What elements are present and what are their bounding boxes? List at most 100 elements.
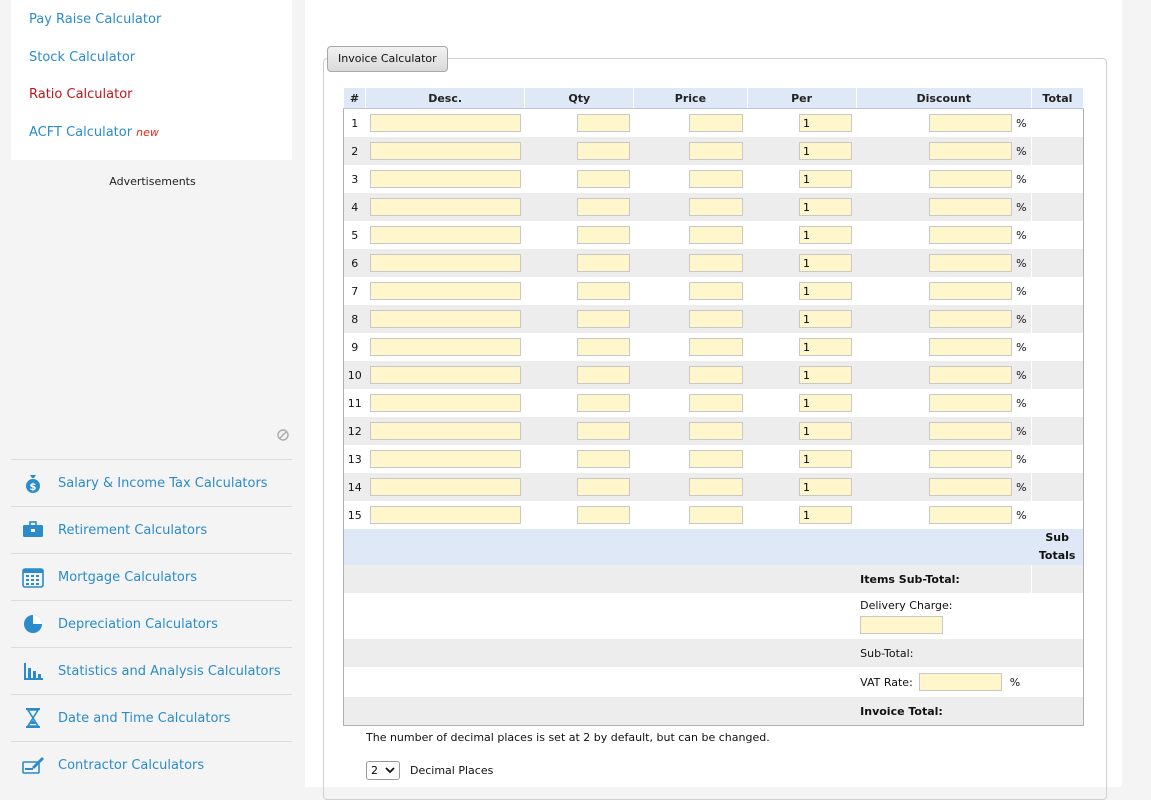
qty-input[interactable] — [576, 338, 630, 356]
discount-input[interactable] — [929, 310, 1013, 328]
per-input[interactable] — [799, 254, 852, 272]
per-input[interactable] — [799, 310, 852, 328]
category-mortgage[interactable]: Mortgage Calculators — [11, 553, 292, 600]
discount-input[interactable] — [929, 198, 1013, 216]
per-input[interactable] — [799, 422, 852, 440]
per-input[interactable] — [799, 338, 852, 356]
invoice-row: 8% — [343, 305, 1084, 333]
price-input[interactable] — [688, 170, 743, 188]
price-input[interactable] — [688, 310, 743, 328]
row-number: 7 — [351, 284, 359, 298]
discount-input[interactable] — [929, 170, 1013, 188]
category-statistics[interactable]: Statistics and Analysis Calculators — [11, 647, 292, 694]
discount-input[interactable] — [929, 450, 1013, 468]
discount-input[interactable] — [929, 114, 1013, 132]
delivery-charge-input[interactable] — [860, 615, 944, 634]
sidebar-link-pay-raise[interactable]: Pay Raise Calculator — [29, 12, 161, 27]
sidebar-link-ratio[interactable]: Ratio Calculator — [29, 87, 133, 102]
desc-input[interactable] — [369, 282, 521, 300]
per-input[interactable] — [799, 506, 852, 524]
per-input[interactable] — [799, 170, 852, 188]
discount-input[interactable] — [929, 366, 1013, 384]
price-input[interactable] — [688, 198, 743, 216]
discount-input[interactable] — [929, 338, 1013, 356]
decimal-places-select[interactable]: 2 — [366, 761, 400, 780]
per-input[interactable] — [799, 366, 852, 384]
qty-input[interactable] — [576, 282, 630, 300]
qty-input[interactable] — [576, 254, 630, 272]
discount-input[interactable] — [929, 394, 1013, 412]
qty-input[interactable] — [576, 422, 630, 440]
price-input[interactable] — [688, 142, 743, 160]
qty-input[interactable] — [576, 366, 630, 384]
qty-input[interactable] — [576, 170, 630, 188]
vat-rate-input[interactable] — [919, 673, 1003, 691]
price-input[interactable] — [688, 450, 743, 468]
invoice-calculator-tab[interactable]: Invoice Calculator — [327, 46, 448, 72]
new-badge: new — [136, 126, 159, 139]
discount-input[interactable] — [929, 254, 1013, 272]
desc-input[interactable] — [369, 226, 521, 244]
per-input[interactable] — [799, 226, 852, 244]
discount-input[interactable] — [929, 478, 1013, 496]
qty-input[interactable] — [576, 394, 630, 412]
category-retirement[interactable]: Retirement Calculators — [11, 506, 292, 553]
discount-input[interactable] — [929, 142, 1013, 160]
category-contractor[interactable]: Contractor Calculators — [11, 741, 292, 788]
price-input[interactable] — [688, 478, 743, 496]
price-input[interactable] — [688, 226, 743, 244]
per-input[interactable] — [799, 142, 852, 160]
qty-input[interactable] — [576, 310, 630, 328]
row-total — [1030, 165, 1084, 193]
sidebar-link-stock[interactable]: Stock Calculator — [29, 50, 135, 65]
price-input[interactable] — [688, 422, 743, 440]
desc-input[interactable] — [369, 310, 521, 328]
category-salary[interactable]: $ Salary & Income Tax Calculators — [11, 459, 292, 506]
qty-input[interactable] — [576, 506, 630, 524]
desc-input[interactable] — [369, 478, 521, 496]
category-depreciation[interactable]: Depreciation Calculators — [11, 600, 292, 647]
price-input[interactable] — [688, 338, 743, 356]
discount-input[interactable] — [929, 282, 1013, 300]
qty-input[interactable] — [576, 142, 630, 160]
desc-input[interactable] — [369, 366, 521, 384]
desc-input[interactable] — [369, 506, 521, 524]
price-input[interactable] — [688, 114, 743, 132]
sidebar-link-acft[interactable]: ACFT Calculator new — [29, 125, 159, 140]
desc-input[interactable] — [369, 394, 521, 412]
per-input[interactable] — [799, 450, 852, 468]
discount-input[interactable] — [929, 506, 1013, 524]
price-input[interactable] — [688, 506, 743, 524]
qty-input[interactable] — [576, 450, 630, 468]
desc-input[interactable] — [369, 338, 521, 356]
discount-input[interactable] — [929, 422, 1013, 440]
qty-input[interactable] — [576, 114, 630, 132]
desc-input[interactable] — [369, 254, 521, 272]
desc-input[interactable] — [369, 142, 521, 160]
price-input[interactable] — [688, 254, 743, 272]
per-input[interactable] — [799, 114, 852, 132]
per-input[interactable] — [799, 198, 852, 216]
price-input[interactable] — [688, 366, 743, 384]
price-input[interactable] — [688, 282, 743, 300]
adchoices-icon[interactable] — [277, 429, 289, 441]
desc-input[interactable] — [369, 170, 521, 188]
desc-input[interactable] — [369, 198, 521, 216]
price-input[interactable] — [688, 394, 743, 412]
invoice-row: 13% — [344, 445, 1084, 473]
per-input[interactable] — [799, 394, 852, 412]
desc-input[interactable] — [369, 450, 521, 468]
qty-input[interactable] — [576, 226, 630, 244]
discount-input[interactable] — [929, 226, 1013, 244]
invoice-total-row: Invoice Total: — [343, 697, 1084, 726]
desc-input[interactable] — [369, 114, 521, 132]
qty-input[interactable] — [576, 478, 630, 496]
desc-input[interactable] — [369, 422, 521, 440]
hourglass-icon — [26, 708, 40, 728]
per-input[interactable] — [799, 282, 852, 300]
row-total — [1030, 221, 1084, 249]
invoice-row: 12% — [343, 417, 1084, 445]
qty-input[interactable] — [576, 198, 630, 216]
category-date-time[interactable]: Date and Time Calculators — [11, 694, 292, 741]
per-input[interactable] — [799, 478, 852, 496]
